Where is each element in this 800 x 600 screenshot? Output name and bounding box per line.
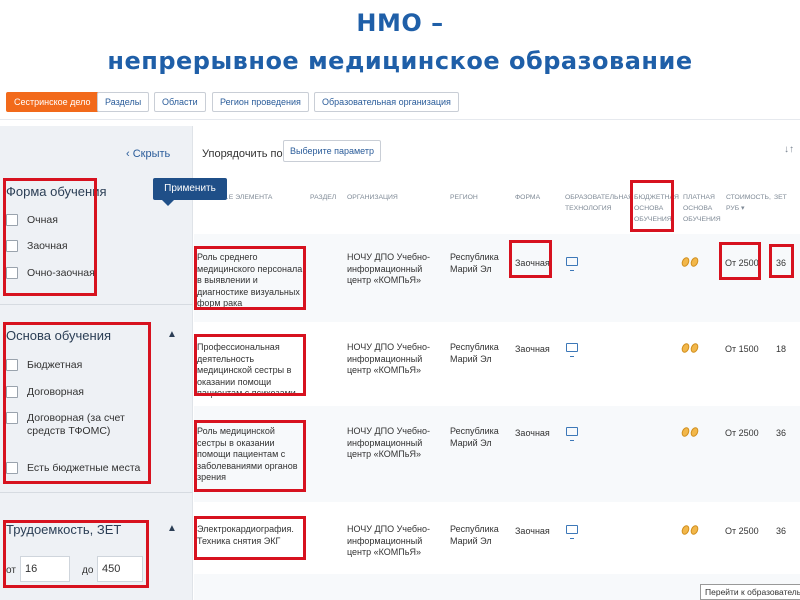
slide-title-line-1: НМО – [356, 9, 444, 37]
label-contract-tfoms: Договорная (за счет средств ТФОМС) [27, 412, 125, 437]
row-1-region: Республика Марий Эл [450, 252, 499, 274]
row-2-region: Республика Марий Эл [450, 342, 499, 364]
chip-specialty[interactable]: Сестринское дело [6, 92, 99, 112]
col-budget-basis[interactable]: БЮДЖЕТНАЯ ОСНОВА ОБУЧЕНИЯ [634, 192, 679, 225]
label-ochno-zaochnaya: Очно-заочная [27, 267, 95, 279]
row-3-name[interactable]: Роль медицинской сестры в оказании помощ… [197, 426, 305, 484]
row-2-org: НОЧУ ДПО Учебно-информационный центр «КО… [347, 342, 431, 375]
divider [0, 492, 193, 493]
chevron-up-icon[interactable]: ▲ [167, 523, 177, 534]
col-organization[interactable]: ОРГАНИЗАЦИЯ [347, 192, 398, 203]
chevron-up-icon[interactable]: ▲ [167, 329, 177, 340]
online-technology-icon [566, 427, 578, 441]
row-1-cost: От 2500 [725, 258, 759, 268]
row-3-cost: От 2500 [725, 428, 759, 438]
checkbox-contract[interactable] [6, 386, 18, 398]
coins-icon [680, 523, 700, 539]
label-budget: Бюджетная [27, 359, 83, 371]
sort-direction-icon[interactable]: ↓↑ [784, 144, 794, 155]
row-3-org: НОЧУ ДПО Учебно-информационный центр «КО… [347, 426, 431, 459]
apply-button[interactable]: Применить [153, 178, 227, 206]
row-2-zet: 18 [776, 344, 787, 354]
col-paid-basis[interactable]: ПЛАТНАЯ ОСНОВА ОБУЧЕНИЯ [683, 192, 721, 225]
checkbox-budget-places[interactable] [6, 462, 18, 474]
link-tooltip: Перейти к образовательной [700, 584, 800, 600]
checkbox-contract-tfoms[interactable] [6, 412, 18, 424]
chip-organization[interactable]: Образовательная организация [314, 92, 459, 112]
row-4-cost: От 2500 [725, 526, 759, 536]
chip-region[interactable]: Регион проведения [212, 92, 309, 112]
zet-to-input[interactable]: 450 [97, 556, 143, 582]
col-section[interactable]: РАЗДЕЛ [310, 192, 336, 203]
online-technology-icon [566, 257, 578, 271]
filter-bar: Сестринское дело Разделы Области Регион … [0, 86, 800, 120]
checkbox-ochnaya[interactable] [6, 214, 18, 226]
online-technology-icon [566, 343, 578, 357]
row-1-org: НОЧУ ДПО Учебно-информационный центр «КО… [347, 252, 431, 285]
col-region[interactable]: РЕГИОН [450, 192, 478, 203]
col-technology[interactable]: ОБРАЗОВАТЕЛЬНАЯ ТЕХНОЛОГИЯ [565, 192, 633, 214]
row-4-org: НОЧУ ДПО Учебно-информационный центр «КО… [347, 524, 431, 557]
online-technology-icon [566, 525, 578, 539]
row-2-form: Заочная [515, 344, 550, 354]
row-3-form: Заочная [515, 428, 550, 438]
row-4-name[interactable]: Электрокардиография. Техника снятия ЭКГ [197, 524, 305, 547]
col-name[interactable]: …Е ЭЛЕМЕНТА [222, 192, 302, 203]
col-zet[interactable]: ЗЕТ [774, 192, 787, 203]
sort-select-button[interactable]: Выберите параметр [283, 140, 382, 162]
label-zaochnaya: Заочная [27, 240, 68, 252]
row-4-zet: 36 [776, 526, 787, 536]
col-form[interactable]: ФОРМА [515, 192, 540, 203]
slide-title-line-2: непрерывное медицинское образование [107, 47, 693, 75]
row-3-region: Республика Марий Эл [450, 426, 499, 448]
row-4-form: Заочная [515, 526, 550, 536]
label-budget-places: Есть бюджетные места [27, 462, 141, 474]
checkbox-budget[interactable] [6, 359, 18, 371]
checkbox-zaochnaya[interactable] [6, 240, 18, 252]
slide-title: НМО – непрерывное медицинское образовани… [0, 4, 800, 80]
to-label: до [82, 565, 94, 576]
sort-label: Упорядочить по: [202, 148, 286, 160]
zet-from-input[interactable]: 16 [20, 556, 70, 582]
divider [0, 304, 193, 305]
forma-title: Форма обучения [6, 184, 107, 199]
from-label: от [6, 565, 16, 576]
hide-sidebar-link[interactable]: ‹ Скрыть [126, 148, 170, 160]
row-1-form: Заочная [515, 258, 550, 268]
chip-sections[interactable]: Разделы [97, 92, 150, 112]
row-4-region: Республика Марий Эл [450, 524, 499, 546]
row-3-zet: 36 [776, 428, 787, 438]
coins-icon [680, 425, 700, 441]
trud-title: Трудоемкость, ЗЕТ [6, 522, 122, 537]
col-cost[interactable]: СТОИМОСТЬ, РУБ ▾ [726, 192, 771, 214]
row-1-zet: 36 [776, 258, 787, 268]
screenshot-area: Сестринское дело Разделы Области Регион … [0, 86, 800, 600]
osnova-title: Основа обучения [6, 328, 111, 343]
coins-icon [680, 341, 700, 357]
row-1-name[interactable]: Роль среднего медицинского персонала в в… [197, 252, 305, 310]
coins-icon [680, 255, 700, 271]
checkbox-ochno-zaochnaya[interactable] [6, 267, 18, 279]
row-2-name[interactable]: Профессиональная деятельность медицинско… [197, 342, 305, 400]
row-2-cost: От 1500 [725, 344, 759, 354]
label-ochnaya: Очная [27, 214, 58, 226]
label-contract: Договорная [27, 386, 84, 398]
chip-areas[interactable]: Области [154, 92, 206, 112]
